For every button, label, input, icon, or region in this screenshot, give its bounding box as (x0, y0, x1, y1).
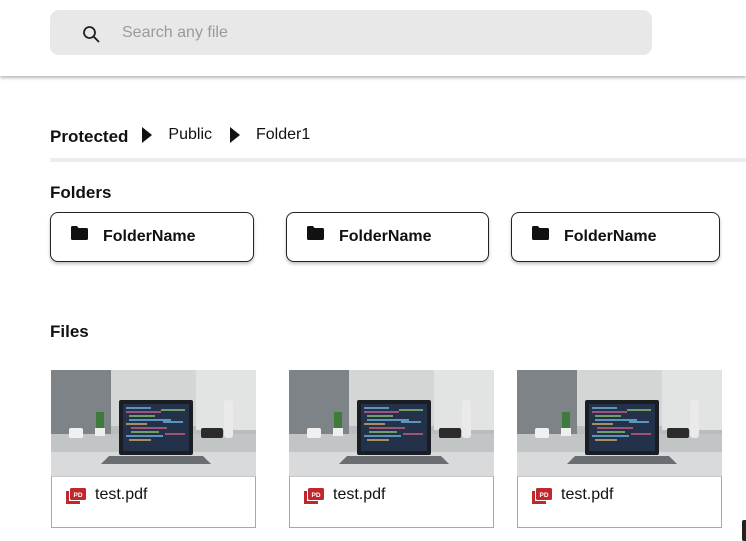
file-card[interactable]: PD test.pdf (51, 370, 256, 528)
svg-text:PD: PD (311, 492, 320, 499)
breadcrumb: Protected Public Folder1 (50, 122, 310, 148)
pdf-icon: PD (304, 488, 324, 504)
folder-icon (532, 226, 549, 240)
files-heading: Files (50, 322, 89, 341)
file-footer: PD test.pdf (517, 476, 722, 528)
folder-name: FolderName (103, 228, 196, 245)
svg-text:PD: PD (539, 492, 548, 499)
folder-name: FolderName (564, 228, 657, 245)
divider (50, 158, 746, 162)
file-card[interactable]: PD test.pdf (289, 370, 494, 528)
folders-heading: Folders (50, 183, 112, 202)
breadcrumb-item-folder1[interactable]: Folder1 (256, 126, 310, 144)
file-card[interactable]: PD test.pdf (517, 370, 722, 528)
pdf-icon: PD (532, 488, 552, 504)
caret-right-icon (142, 127, 153, 143)
caret-right-icon (230, 127, 240, 143)
breadcrumb-item-protected[interactable]: Protected (50, 127, 128, 147)
search-icon[interactable] (82, 25, 100, 43)
file-footer: PD test.pdf (289, 476, 494, 528)
top-bar (0, 0, 746, 76)
breadcrumb-item-public[interactable]: Public (168, 126, 212, 144)
folder-card[interactable]: FolderName (511, 212, 720, 262)
folder-icon (307, 226, 324, 240)
folder-icon (71, 226, 88, 240)
file-name: test.pdf (95, 486, 148, 503)
file-thumbnail (517, 370, 722, 476)
file-footer: PD test.pdf (51, 476, 256, 528)
file-thumbnail (51, 370, 256, 476)
folder-card[interactable]: FolderName (286, 212, 489, 262)
file-thumbnail (289, 370, 494, 476)
svg-text:PD: PD (73, 492, 82, 499)
scroll-handle[interactable] (742, 520, 746, 541)
file-name: test.pdf (333, 486, 386, 503)
file-name: test.pdf (561, 486, 614, 503)
search-input[interactable] (122, 10, 622, 55)
pdf-icon: PD (66, 488, 86, 504)
folder-name: FolderName (339, 228, 432, 245)
search-bar[interactable] (50, 10, 652, 55)
folder-card[interactable]: FolderName (50, 212, 254, 262)
